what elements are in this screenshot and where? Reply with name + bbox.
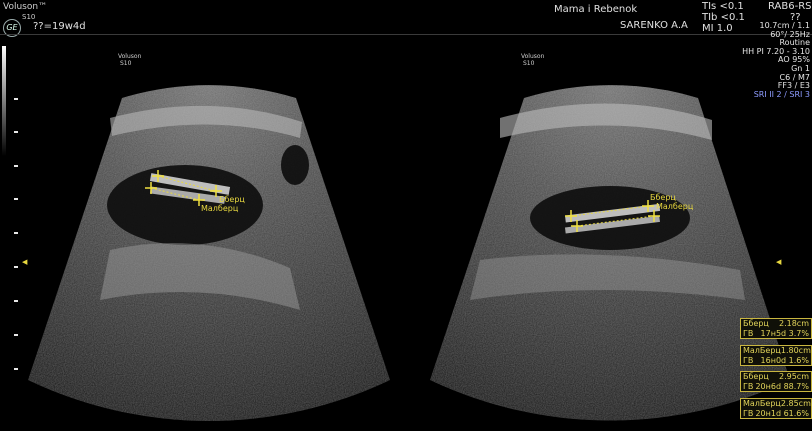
measurement-ga-label: ГВ [743,329,754,338]
measurement-name: МалБерц [743,346,781,355]
left-caliper-label-2: Малберц [201,204,239,213]
right-ultrasound-sector [430,85,790,421]
left-ultrasound-sector [28,85,390,422]
measurement-ga: 16н0d 1.6% [760,356,809,365]
left-image-brand-sub: S10 [120,60,132,67]
right-image-brand-sub: S10 [523,60,535,67]
measurement-ga-label: ГВ [743,382,754,391]
measurement-box: Бберц 2.18cm ГВ 17н5d 3.7% [740,318,812,339]
measurement-ga-label: ГВ [743,409,754,418]
right-caliper-label-1: Бберц [650,193,676,202]
measurement-box: МалБерц 1.80cm ГВ 16н0d 1.6% [740,345,812,366]
measurement-ga: 20н6d 88.7% [755,382,809,391]
measurement-value: 2.85cm [780,399,811,408]
right-caliper-label-2: Малберц [656,202,694,211]
measurement-box: Бберц 2.95cm ГВ 20н6d 88.7% [740,371,812,392]
measurement-box: МалБерц 2.85cm ГВ 20н1d 61.6% [740,398,812,419]
left-image-brand: Voluson [118,53,142,60]
measurement-value: 2.18cm [778,319,809,328]
measurement-ga: 20н1d 61.6% [755,409,809,418]
measurement-value: 1.80cm [780,346,811,355]
left-caliper-label-1: Бберц [219,195,245,204]
measurement-value: 2.95cm [778,372,809,381]
measurement-name: Бберц [743,319,769,328]
measurement-name: Бберц [743,372,769,381]
right-image-brand: Voluson [521,53,545,60]
measurement-ga-label: ГВ [743,356,754,365]
measurement-name: МалБерц [743,399,781,408]
measurement-ga: 17н5d 3.7% [760,329,809,338]
